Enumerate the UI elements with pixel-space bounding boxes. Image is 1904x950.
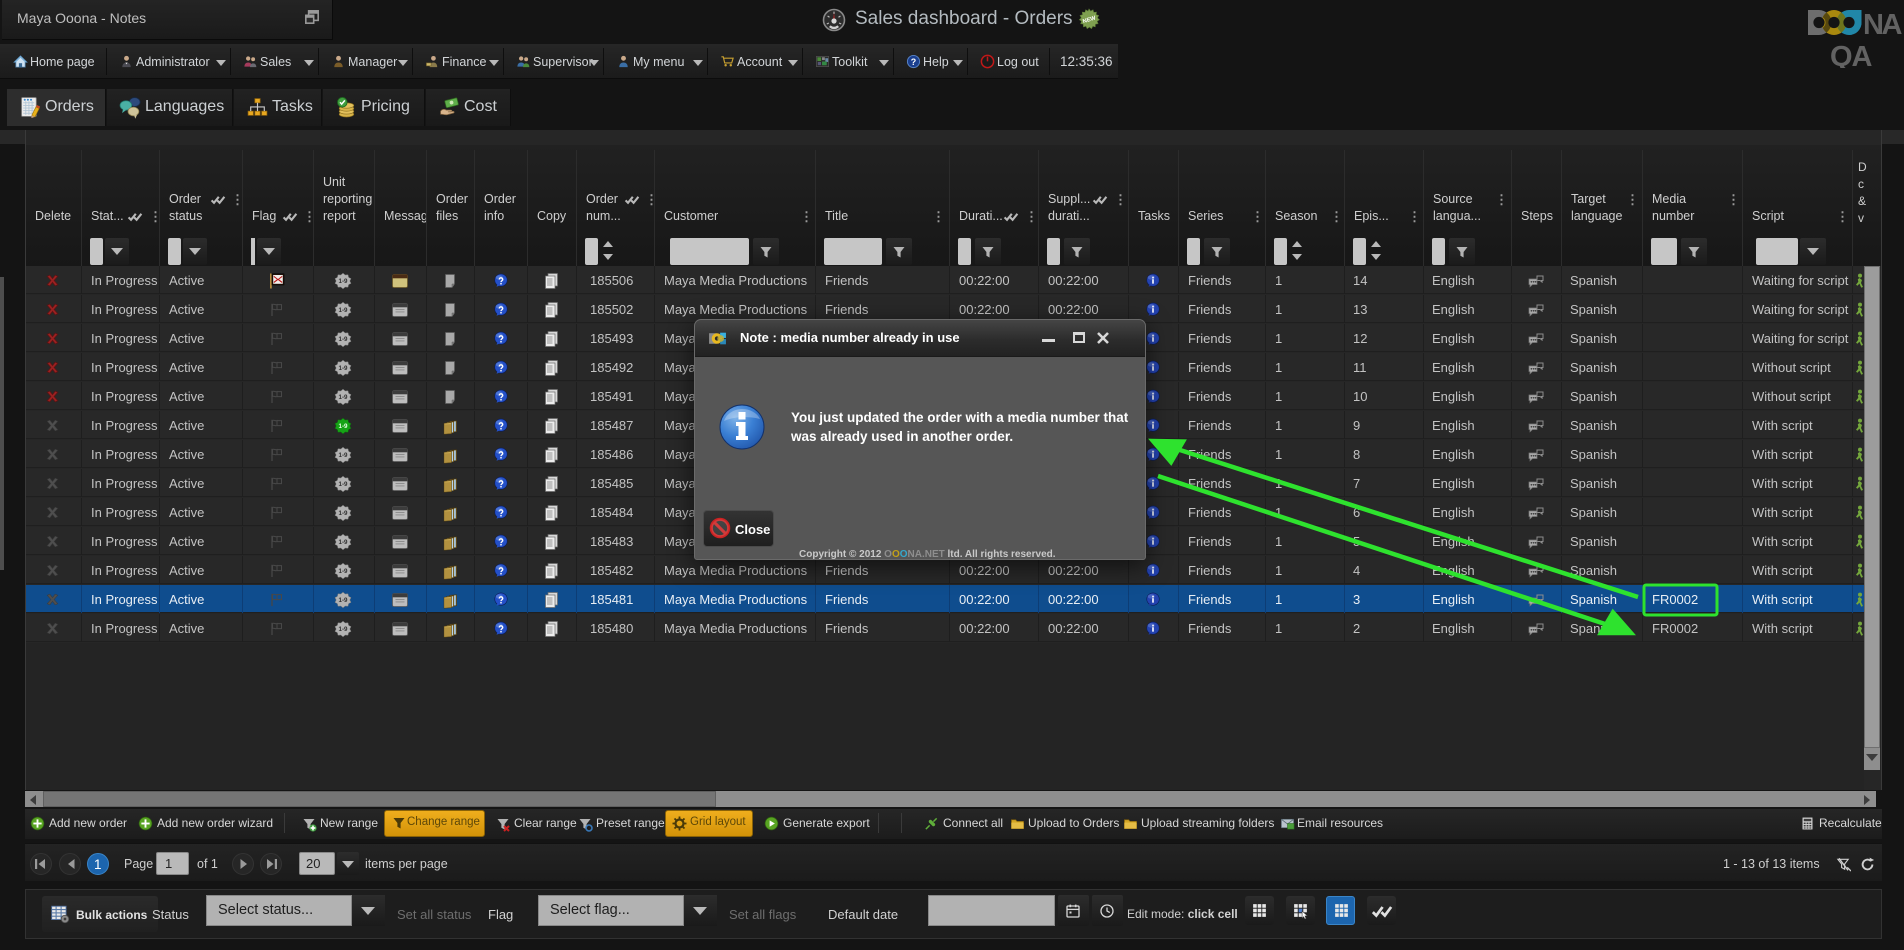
svg-text:NA: NA bbox=[1863, 9, 1902, 41]
svg-text:QA: QA bbox=[1830, 41, 1873, 68]
